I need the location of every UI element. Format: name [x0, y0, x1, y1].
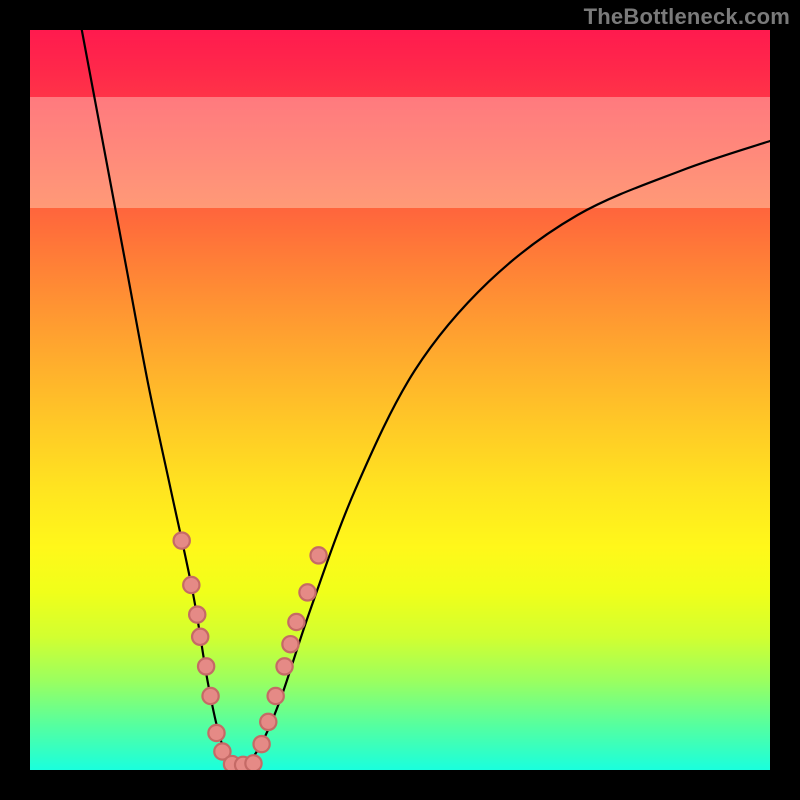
data-point: [245, 755, 261, 770]
data-point: [202, 688, 218, 704]
data-point: [174, 532, 190, 548]
data-point: [276, 658, 292, 674]
data-point: [288, 614, 304, 630]
data-point: [310, 547, 326, 563]
data-point: [253, 736, 269, 752]
data-point: [208, 725, 224, 741]
watermark-label: TheBottleneck.com: [584, 4, 790, 30]
curve-svg: [30, 30, 770, 770]
data-point: [282, 636, 298, 652]
data-point: [192, 629, 208, 645]
plot-area: [30, 30, 770, 770]
data-point: [260, 714, 276, 730]
data-point: [198, 658, 214, 674]
chart-frame: TheBottleneck.com: [0, 0, 800, 800]
data-point: [189, 606, 205, 622]
data-point: [183, 577, 199, 593]
bottleneck-curve: [82, 30, 770, 767]
data-point: [268, 688, 284, 704]
data-point: [299, 584, 315, 600]
